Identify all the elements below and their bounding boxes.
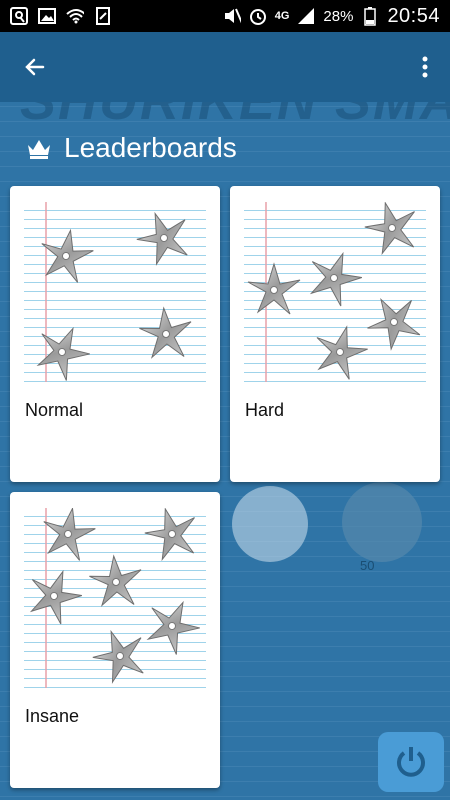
network-type: 4G (274, 10, 290, 22)
power-icon (397, 747, 425, 777)
background-coin-count: 50 (360, 558, 375, 573)
leaderboard-label: Insane (25, 706, 80, 726)
battery-percent: 28% (323, 7, 354, 25)
background-power-button (378, 732, 444, 792)
image-notification-icon (38, 7, 56, 25)
more-vertical-icon (422, 56, 428, 78)
leaderboard-label: Hard (245, 400, 285, 420)
leaderboard-card-normal[interactable]: Normal (10, 186, 220, 482)
file-notification-icon (94, 7, 112, 25)
clock: 20:54 (387, 4, 440, 27)
background-soccer-ball (232, 486, 308, 562)
back-button[interactable] (0, 32, 70, 102)
crown-icon (28, 140, 50, 159)
background-basketball (342, 482, 422, 562)
leaderboards-heading: Leaderboards (26, 132, 237, 164)
insane-shuriken-image (24, 508, 206, 688)
alarm-icon (249, 7, 267, 25)
leaderboard-card-hard[interactable]: Hard (230, 186, 440, 482)
wifi-icon (66, 7, 84, 25)
app-bar (0, 32, 450, 102)
page-title: Leaderboards (64, 132, 237, 163)
overflow-menu-button[interactable] (400, 32, 450, 102)
back-arrow-icon (25, 58, 45, 76)
status-bar: 4G 28% 20:54 (0, 0, 450, 32)
battery-icon (361, 7, 379, 26)
normal-shuriken-image (24, 202, 206, 382)
leaderboard-card-insane[interactable]: Insane (10, 492, 220, 788)
hard-shuriken-image (244, 202, 426, 382)
app-notification-icon (10, 7, 28, 25)
leaderboard-label: Normal (25, 400, 84, 420)
signal-icon (297, 7, 315, 25)
mute-icon (223, 7, 241, 25)
